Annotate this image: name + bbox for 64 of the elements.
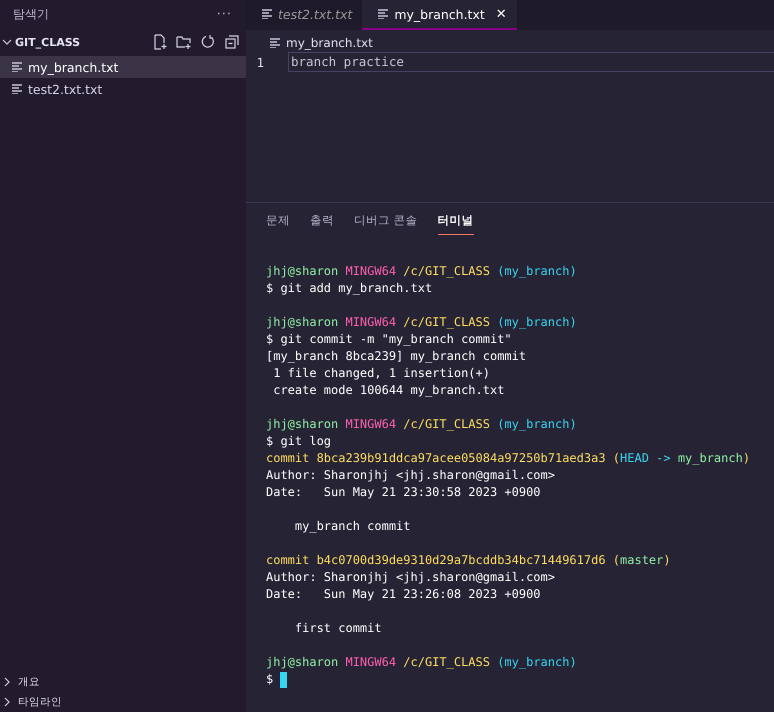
terminal-text: jhj@sharon <box>266 264 340 278</box>
refresh-icon[interactable] <box>200 34 216 50</box>
terminal-text: /c/GIT_CLASS <box>403 417 491 431</box>
new-folder-icon[interactable] <box>176 34 192 50</box>
line-number: 1 <box>255 54 265 70</box>
terminal-text: $ git log <box>266 434 332 448</box>
terminal-text: /c/GIT_CLASS <box>403 655 491 669</box>
terminal-text: my_branch commit <box>294 519 410 533</box>
terminal-text: MINGW64 <box>345 264 398 278</box>
folder-name[interactable]: GIT_CLASS <box>15 36 152 48</box>
terminal-text: MINGW64 <box>345 315 398 329</box>
code-line: branch practice <box>288 52 774 72</box>
terminal-text: ) <box>742 451 750 465</box>
terminal-text: $ git add my_branch.txt <box>266 281 432 295</box>
terminal-text: (my_branch) <box>497 417 577 431</box>
terminal-text: [my_branch 8bca239] my_branch commit <box>266 349 526 363</box>
terminal-text: /c/GIT_CLASS <box>403 264 491 278</box>
file-lines-icon <box>270 38 281 48</box>
terminal-text: Author: Sharonjhj <jhj.sharon@gmail.com> <box>266 468 555 482</box>
collapse-all-icon[interactable] <box>224 34 240 50</box>
file-item[interactable]: test2.txt.txt <box>0 78 246 100</box>
terminal-text: commit 8bca239b91ddca97acee05084a97250b71aed3a3 <box>266 451 607 465</box>
terminal-text: $ git commit -m "my_branch commit" <box>266 332 512 346</box>
terminal-text: Author: Sharonjhj <jhj.sharon@gmail.com> <box>266 570 555 584</box>
new-file-icon[interactable] <box>152 34 168 50</box>
panel-tab[interactable]: 출력 <box>310 213 334 235</box>
terminal-text: jhj@sharon <box>266 655 340 669</box>
terminal-text: MINGW64 <box>345 655 398 669</box>
explorer-title: 탐색기 <box>13 6 49 22</box>
close-icon[interactable]: ✕ <box>496 6 507 22</box>
editor-tab[interactable]: test2.txt.txt <box>246 0 362 30</box>
terminal-text: (my_branch) <box>497 315 577 329</box>
terminal-text: jhj@sharon <box>266 417 340 431</box>
terminal-text: (my_branch) <box>497 264 577 278</box>
terminal-text: master <box>620 553 664 567</box>
terminal-text: jhj@sharon <box>266 315 340 329</box>
terminal-text: Date: Sun May 21 23:30:58 2023 +0900 <box>266 485 541 499</box>
terminal-text: first commit <box>294 621 382 635</box>
terminal-text: create mode 100644 my_branch.txt <box>272 383 504 397</box>
file-lines-icon <box>12 62 23 72</box>
panel-tab[interactable]: 터미널 <box>438 213 474 235</box>
terminal-text: my_branch <box>678 451 743 465</box>
terminal-text: HEAD -> <box>620 451 672 465</box>
terminal-text: Date: Sun May 21 23:26:08 2023 +0900 <box>266 587 541 601</box>
terminal-text: ( <box>612 553 620 567</box>
terminal-text: ) <box>663 553 671 567</box>
terminal-text: 1 file changed, 1 insertion(+) <box>272 366 490 380</box>
section-header[interactable]: 개요 <box>18 675 40 689</box>
file-lines-icon <box>262 9 273 19</box>
terminal-text: /c/GIT_CLASS <box>403 315 491 329</box>
terminal-text: commit b4c0700d39de9310d29a7bcddb34bc71449617d6 <box>266 553 607 567</box>
panel-tab[interactable]: 디버그 콘솔 <box>354 213 418 235</box>
terminal-text: $ <box>266 672 274 686</box>
terminal-text: (my_branch) <box>497 655 577 669</box>
terminal-text: MINGW64 <box>345 417 398 431</box>
file-lines-icon <box>12 84 23 94</box>
more-actions[interactable]: ··· <box>216 6 232 22</box>
section-header[interactable]: 타임라인 <box>18 695 62 709</box>
file-lines-icon <box>378 9 390 19</box>
breadcrumb[interactable]: my_branch.txt <box>286 36 373 50</box>
terminal-text: ( <box>612 451 620 465</box>
panel-tab[interactable]: 문제 <box>266 213 290 235</box>
file-item[interactable]: my_branch.txt <box>0 56 246 78</box>
editor-tab[interactable]: my_branch.txt ✕ <box>362 0 517 30</box>
